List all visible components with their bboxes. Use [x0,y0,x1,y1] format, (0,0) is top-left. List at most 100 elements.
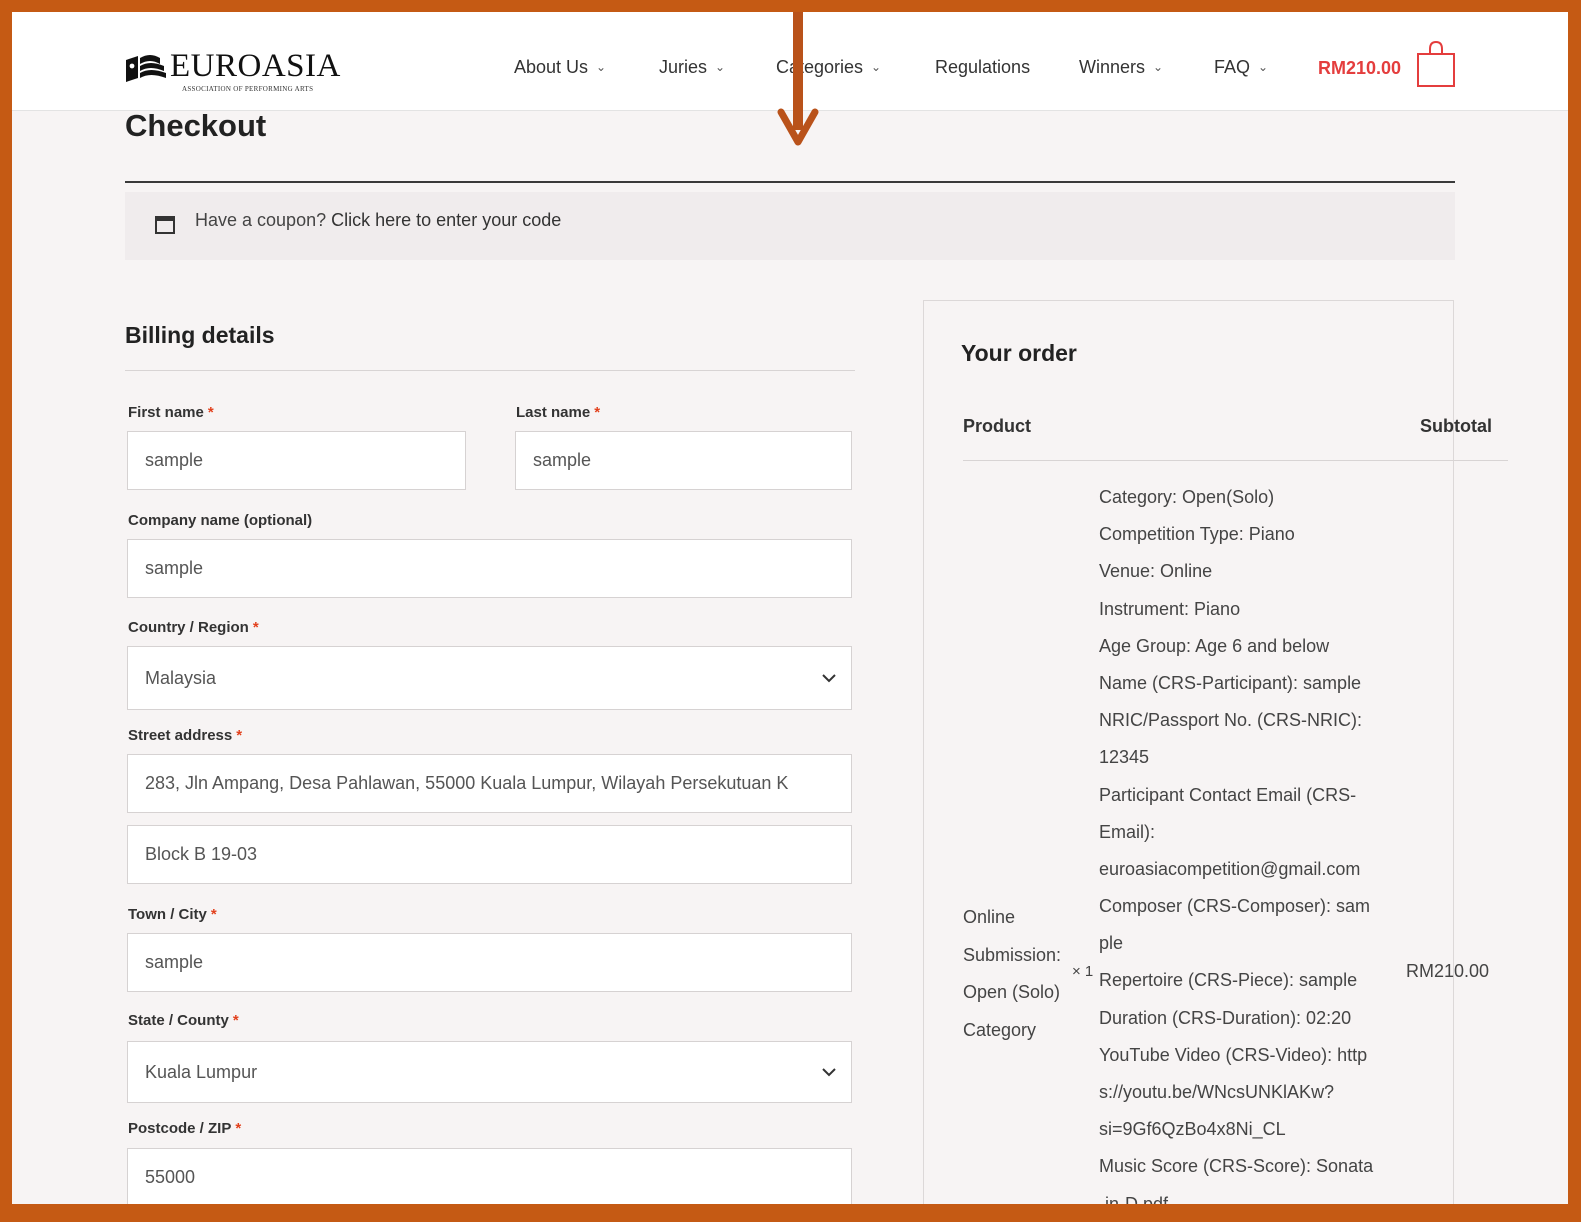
label-text: Company name (optional) [128,512,313,529]
meta-line: Repertoire (CRS-Piece): sample [1099,970,1358,991]
product-name-line: Open (Solo) [963,982,1061,1002]
product-meta-list: Category: Open(Solo) Competition Type: P… [1099,479,1373,1204]
last-name-field[interactable]: sample [515,431,852,490]
nav-regulations[interactable]: Regulations [935,57,1030,78]
first-name-field[interactable]: sample [127,431,466,490]
product-column-header: Product [963,416,1032,436]
coupon-prefix: Have a coupon? [195,210,327,230]
chevron-down-icon: ⌄ [596,60,607,74]
meta-line: ple [1099,933,1124,954]
meta-line: si=9Gf6QzBo4x8Ni_CL [1099,1119,1286,1140]
product-name-line: Online [963,907,1016,927]
nav-label: Regulations [935,57,1031,77]
meta-line: 12345 [1099,747,1150,768]
product-quantity: × 1 [1072,963,1094,980]
postcode-field[interactable]: 55000 [127,1148,852,1204]
required-mark: * [235,1120,242,1137]
label-text: State / County [128,1012,229,1029]
required-mark: * [236,727,243,744]
country-select[interactable]: Malaysia [127,646,852,710]
order-table-divider [963,460,1508,461]
meta-line: Duration (CRS-Duration): 02:20 [1099,1007,1352,1028]
field-value: sample [533,450,592,470]
country-label: Country / Region * [128,619,259,636]
meta-line: s://youtu.be/WNcsUNKlAKw? [1099,1082,1335,1102]
logo-subtitle: ASSOCIATION OF PERFORMING ARTS [182,85,314,93]
meta-line: Name (CRS-Participant): sample [1099,672,1362,693]
field-value: sample [145,558,204,578]
subtotal-column-header: Subtotal [1420,416,1492,436]
nav-juries[interactable]: Juries ⌄ [659,57,725,78]
line-subtotal: RM210.00 [1406,961,1490,981]
chevron-down-icon: ⌄ [871,60,882,74]
meta-line: Venue: Online [1099,561,1213,582]
nav-winners[interactable]: Winners ⌄ [1079,57,1163,78]
nav-categories[interactable]: Categories ⌄ [776,57,881,78]
select-value: Kuala Lumpur [145,1061,258,1082]
postcode-label: Postcode / ZIP * [128,1120,241,1137]
product-name-line: Submission: [963,944,1062,965]
order-title: Your order [961,340,1077,366]
coupon-text: Have a coupon? Click here to enter your … [195,210,561,231]
calendar-icon [155,216,175,234]
chevron-down-icon: ⌄ [1153,60,1164,74]
coupon-link[interactable]: Click here to enter your code [331,210,561,230]
chevron-down-icon: ⌄ [715,60,726,74]
street-address-line1-field[interactable]: 283, Jln Ampang, Desa Pahlawan, 55000 Ku… [127,754,852,813]
meta-line: Composer (CRS-Composer): sam [1099,896,1371,917]
chevron-down-icon [822,1068,836,1077]
browser-viewport: EUROASIA ASSOCIATION OF PERFORMING ARTS … [12,12,1568,1204]
label-text: Town / City [128,906,207,923]
billing-title: Billing details [125,322,275,348]
meta-line: YouTube Video (CRS-Video): http [1099,1044,1368,1065]
street-address-line2-field[interactable]: Block B 19-03 [127,825,852,884]
nav-label: Categories [776,57,864,77]
label-text: Postcode / ZIP [128,1120,232,1137]
title-divider [125,181,1455,183]
field-value: Block B 19-03 [145,844,258,864]
shopping-bag-icon[interactable] [1416,40,1456,88]
state-select[interactable]: Kuala Lumpur [127,1041,852,1103]
chevron-down-icon [822,674,836,683]
nav-label: FAQ [1214,57,1251,77]
logo-emblem-icon [126,55,166,82]
chevron-down-icon: ⌄ [1258,60,1269,74]
field-value: sample [145,952,204,972]
required-mark: * [252,619,259,636]
meta-line: Email): [1099,821,1156,842]
first-name-label: First name * [128,404,214,421]
cart-total[interactable]: RM210.00 [1318,58,1401,79]
nav-faq[interactable]: FAQ ⌄ [1214,57,1268,78]
meta-line: Participant Contact Email (CRS- [1099,784,1357,805]
meta-line: Music Score (CRS-Score): Sonata [1099,1156,1374,1177]
nav-label: Juries [659,57,708,77]
meta-line: euroasiacompetition@gmail.com [1099,858,1361,879]
product-name: Online Submission: Open (Solo) Category [963,899,1061,1049]
meta-line: NRIC/Passport No. (CRS-NRIC): [1099,710,1363,731]
meta-line: Instrument: Piano [1099,598,1241,619]
nav-label: Winners [1079,57,1146,77]
field-value: 283, Jln Ampang, Desa Pahlawan, 55000 Ku… [145,773,789,793]
label-text: Last name [516,404,591,421]
nav-label: About Us [514,57,589,77]
meta-line: Category: Open(Solo) [1099,487,1275,507]
label-text: Street address [128,727,233,744]
meta-line: Competition Type: Piano [1099,524,1295,545]
city-field[interactable]: sample [127,933,852,992]
select-value: Malaysia [145,667,217,688]
required-mark: * [232,1012,239,1029]
coupon-notice: Have a coupon? Click here to enter your … [125,192,1455,260]
page-title: Checkout [125,108,267,143]
nav-about-us[interactable]: About Us ⌄ [514,57,606,78]
required-mark: * [207,404,214,421]
billing-divider [125,370,855,371]
label-text: First name [128,404,204,421]
logo-text: EUROASIA [170,48,341,84]
last-name-label: Last name * [516,404,600,421]
field-value: 55000 [145,1167,196,1187]
company-label: Company name (optional) [128,512,312,529]
product-name-line: Category [963,1019,1037,1040]
company-field[interactable]: sample [127,539,852,598]
label-text: Country / Region [128,619,249,636]
site-header: EUROASIA ASSOCIATION OF PERFORMING ARTS … [12,12,1568,111]
